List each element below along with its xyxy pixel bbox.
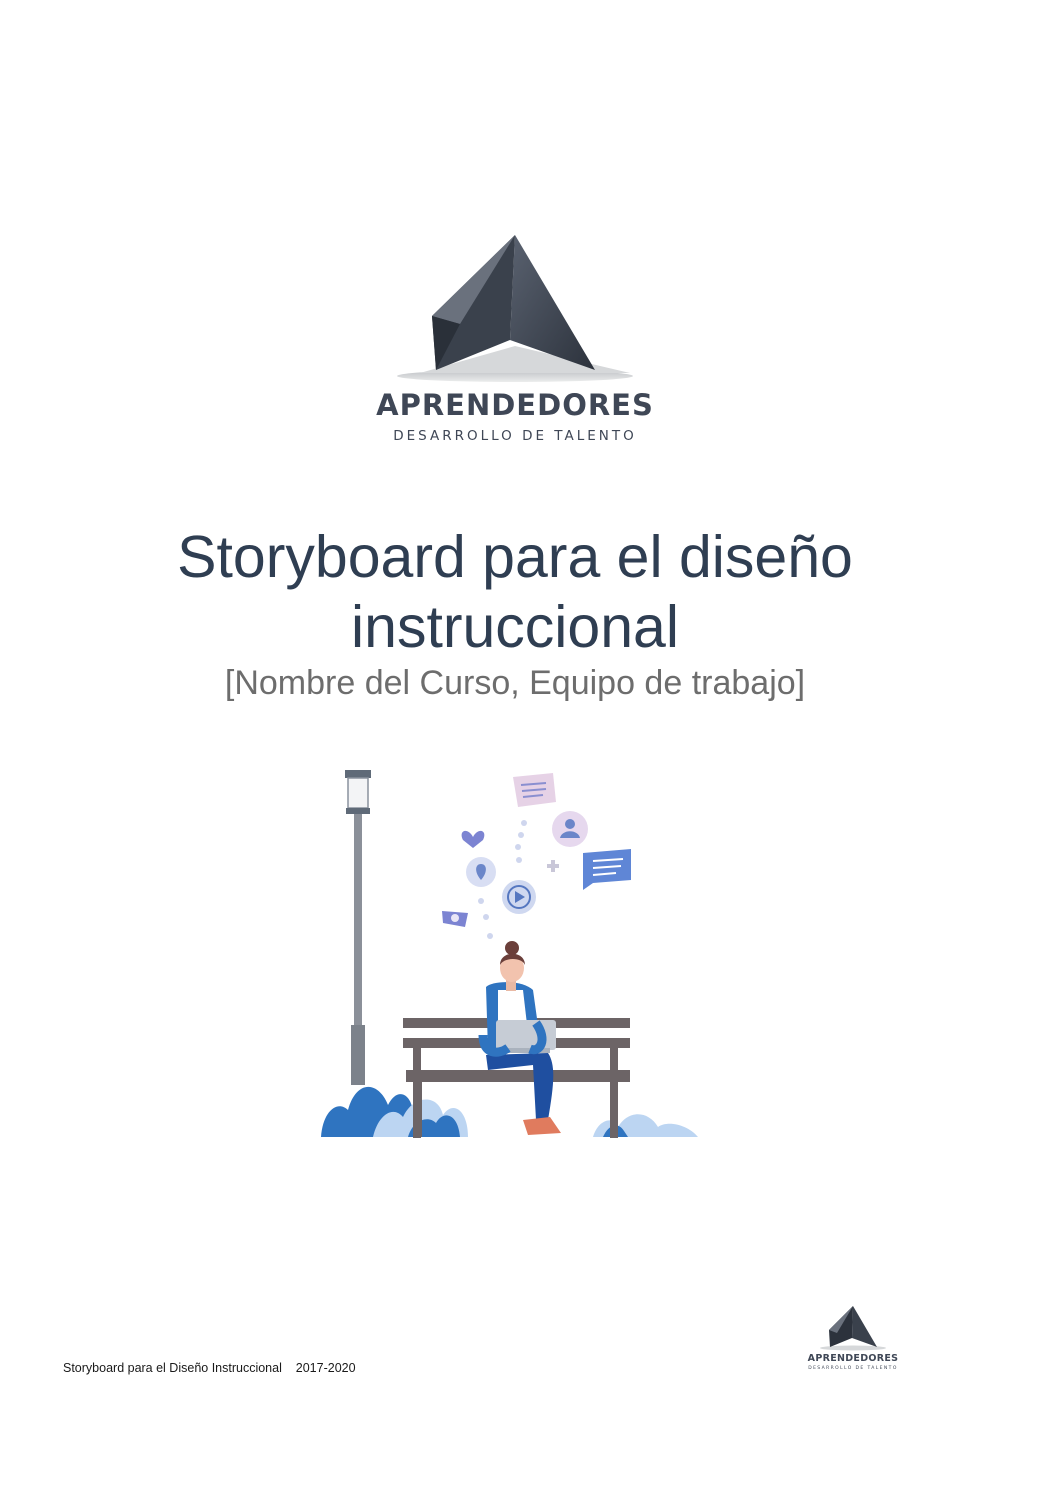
message-icon [583, 849, 631, 890]
page-subtitle: [Nombre del Curso, Equipo de trabajo] [224, 664, 806, 702]
user-icon [552, 811, 588, 847]
brand-tagline: DESARROLLO DE TALENTO [393, 428, 637, 444]
title-line-2: instruccional [351, 594, 679, 660]
mountain-logo-icon [820, 1306, 886, 1351]
footer-brand-name: APRENDEDORES [807, 1353, 899, 1364]
cover-illustration [318, 765, 708, 1145]
camera-icon [442, 911, 468, 927]
footer-doc-name: Storyboard para el Diseño Instruccional [63, 1361, 282, 1375]
footer-years: 2017-2020 [295, 1361, 356, 1375]
title-line-1: Storyboard para el diseño [177, 524, 853, 590]
play-icon [502, 880, 536, 914]
footer-brand-tagline: DESARROLLO DE TALENTO [808, 1366, 898, 1371]
brand-name: APRENDEDORES [376, 388, 654, 422]
footer-logo: APRENDEDORES DESARROLLO DE TALENTO [803, 1304, 903, 1374]
person-icon [478, 941, 561, 1135]
mountain-logo-icon [397, 235, 633, 382]
page-title: Storyboard para el diseño instruccional [0, 522, 1030, 662]
bush-icon [321, 1086, 698, 1137]
chat-bubble-icon [513, 773, 556, 807]
plus-icon [547, 860, 559, 872]
heart-icon [461, 830, 485, 848]
location-pin-icon [466, 857, 496, 887]
lamp-post-icon [345, 770, 371, 1085]
person-on-bench-illustration [321, 770, 698, 1138]
footer-text: Storyboard para el Diseño Instruccional … [63, 1361, 356, 1375]
company-logo: APRENDEDORES DESARROLLO DE TALENTO [360, 228, 670, 453]
